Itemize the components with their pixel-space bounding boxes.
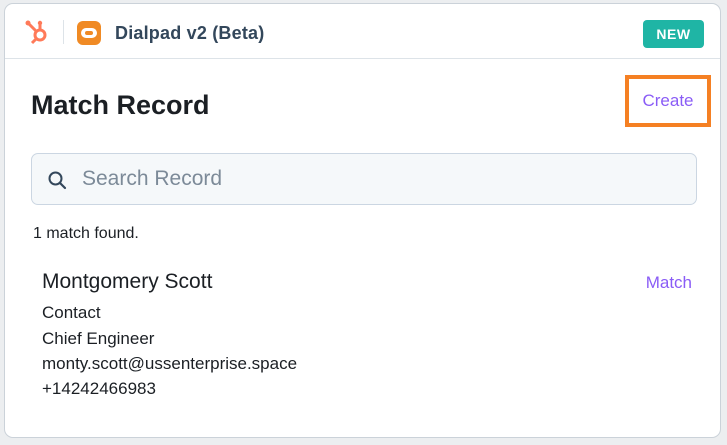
- match-count: 1 match found.: [33, 225, 139, 242]
- header-divider: [63, 20, 64, 44]
- record-type: Contact: [42, 303, 101, 322]
- create-button[interactable]: Create: [625, 75, 711, 127]
- search-field[interactable]: [31, 153, 697, 205]
- search-input[interactable]: [82, 164, 672, 194]
- page-title: Match Record: [31, 90, 210, 120]
- search-icon: [48, 171, 67, 190]
- hubspot-logo-icon: [25, 20, 47, 45]
- app-title: Dialpad v2 (Beta): [115, 23, 265, 43]
- list-item: Montgomery Scott Match Contact Chief Eng…: [42, 268, 692, 408]
- record-email: monty.scott@ussenterprise.space: [42, 354, 298, 373]
- dialpad-icon: [77, 21, 101, 45]
- record-name: Montgomery Scott: [42, 270, 213, 293]
- new-badge: NEW: [643, 20, 704, 48]
- record-job-title: Chief Engineer: [42, 329, 155, 348]
- panel-header: Dialpad v2 (Beta) NEW: [5, 4, 720, 59]
- record-phone: +14242466983: [42, 379, 156, 398]
- match-button[interactable]: Match: [646, 272, 692, 294]
- match-record-panel: Dialpad v2 (Beta) NEW Match Record Creat…: [4, 3, 721, 438]
